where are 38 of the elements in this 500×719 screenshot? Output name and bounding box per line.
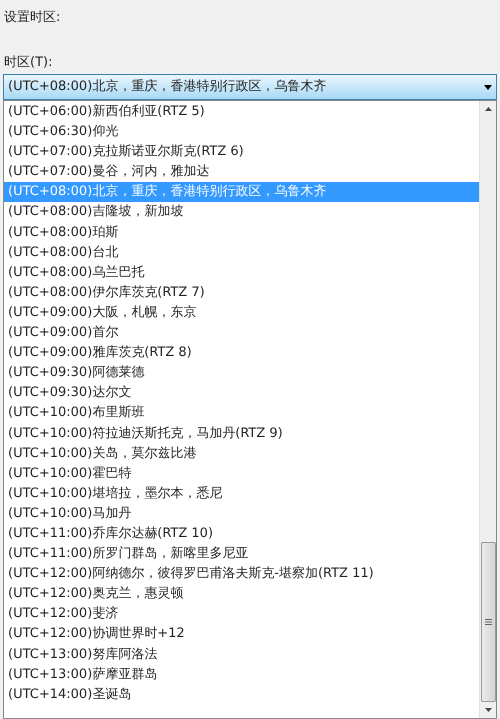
timezone-option[interactable]: (UTC+13:00)努库阿洛法 bbox=[4, 644, 479, 665]
timezone-option[interactable]: (UTC+09:00)雅库茨克(RTZ 8) bbox=[4, 343, 479, 364]
timezone-option[interactable]: (UTC+06:30)仰光 bbox=[4, 122, 479, 142]
timezone-option[interactable]: (UTC+07:00)曼谷，河内，雅加达 bbox=[4, 162, 479, 182]
timezone-option[interactable]: (UTC+08:00)珀斯 bbox=[4, 222, 479, 243]
timezone-option[interactable]: (UTC+10:00)关岛，莫尔兹比港 bbox=[4, 444, 479, 464]
timezone-option[interactable]: (UTC+08:00)乌兰巴托 bbox=[4, 262, 479, 283]
timezone-option[interactable]: (UTC+12:00)斐济 bbox=[4, 604, 479, 624]
timezone-option[interactable]: (UTC+10:00)堪培拉，墨尔本，悉尼 bbox=[4, 484, 479, 504]
timezone-option[interactable]: (UTC+10:00)马加丹 bbox=[4, 504, 479, 524]
timezone-option[interactable]: (UTC+06:00)新西伯利亚(RTZ 5) bbox=[4, 102, 479, 122]
timezone-option[interactable]: (UTC+14:00)圣诞岛 bbox=[4, 684, 479, 705]
field-label: 时区(T): bbox=[4, 54, 52, 72]
timezone-option[interactable]: (UTC+10:00)符拉迪沃斯托克，马加丹(RTZ 9) bbox=[4, 424, 479, 444]
timezone-option[interactable]: (UTC+09:30)阿德莱德 bbox=[4, 363, 479, 384]
timezone-option[interactable]: (UTC+11:00)乔库尔达赫(RTZ 10) bbox=[4, 524, 479, 544]
section-heading: 设置时区: bbox=[4, 10, 60, 25]
scroll-down-icon[interactable] bbox=[484, 708, 492, 712]
timezone-option[interactable]: (UTC+10:00)布里斯班 bbox=[4, 403, 479, 424]
grip-icon bbox=[484, 619, 492, 625]
timezone-option[interactable]: (UTC+13:00)萨摩亚群岛 bbox=[4, 664, 479, 685]
scrollbar[interactable] bbox=[479, 101, 496, 718]
timezone-option[interactable]: (UTC+08:00)伊尔库茨克(RTZ 7) bbox=[4, 282, 479, 303]
timezone-option[interactable]: (UTC+11:00)所罗门群岛，新喀里多尼亚 bbox=[4, 544, 479, 564]
timezone-option[interactable]: (UTC+09:30)达尔文 bbox=[4, 383, 479, 404]
timezone-option[interactable]: (UTC+07:00)克拉斯诺亚尔斯克(RTZ 6) bbox=[4, 142, 479, 162]
timezone-option[interactable]: (UTC+12:00)奥克兰，惠灵顿 bbox=[4, 584, 479, 604]
timezone-option[interactable]: (UTC+09:00)首尔 bbox=[4, 323, 479, 344]
timezone-dropdown[interactable]: (UTC+08:00)北京，重庆，香港特别行政区，乌鲁木齐 bbox=[3, 74, 497, 100]
timezone-option[interactable]: (UTC+12:00)阿纳德尔，彼得罗巴甫洛夫斯克-堪察加(RTZ 11) bbox=[4, 564, 479, 584]
timezone-option[interactable]: (UTC+12:00)协调世界时+12 bbox=[4, 624, 479, 645]
scroll-up-icon[interactable] bbox=[484, 107, 492, 111]
timezone-option[interactable]: (UTC+08:00)台北 bbox=[4, 242, 479, 263]
scrollbar-thumb[interactable] bbox=[480, 542, 496, 702]
timezone-option[interactable]: (UTC+10:00)霍巴特 bbox=[4, 464, 479, 484]
timezone-option[interactable]: (UTC+09:00)大阪，札幌，东京 bbox=[4, 302, 479, 324]
dropdown-arrow-icon bbox=[484, 84, 492, 90]
timezone-option[interactable]: (UTC+08:00)吉隆坡，新加坡 bbox=[4, 202, 479, 223]
